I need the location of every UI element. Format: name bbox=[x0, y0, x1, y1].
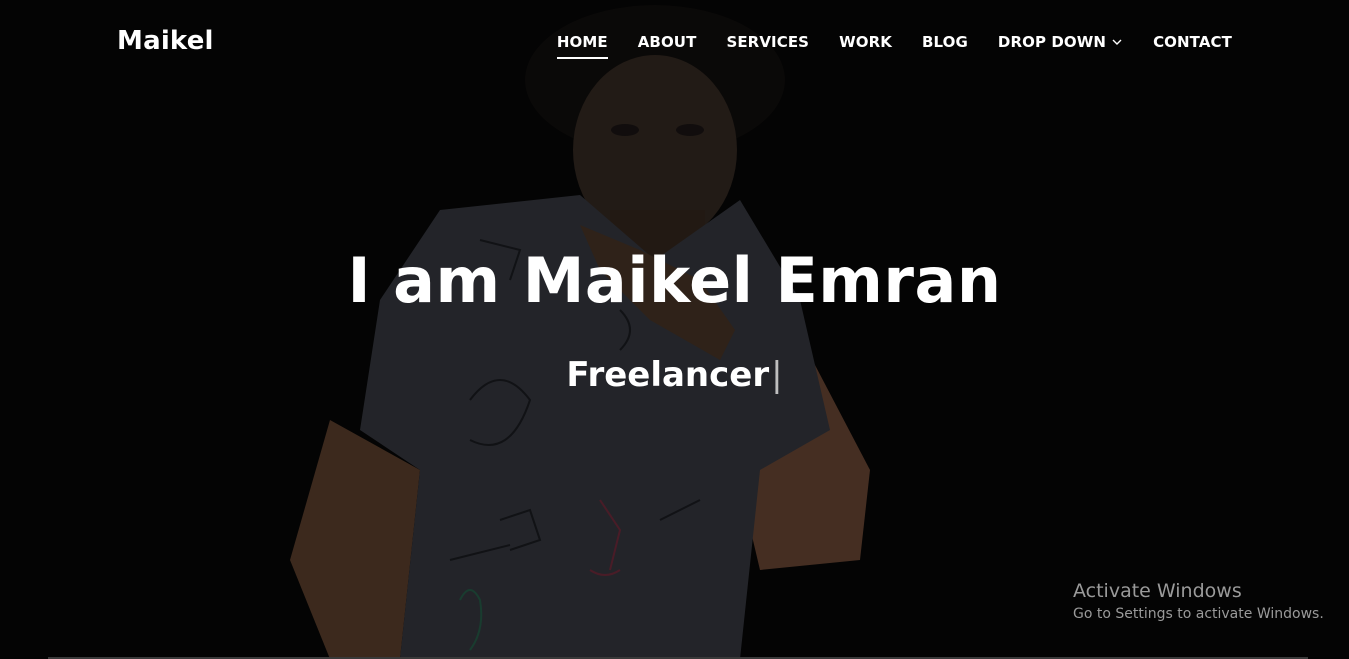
nav-item-label: ABOUT bbox=[637, 33, 697, 51]
nav-item-label: BLOG bbox=[921, 33, 968, 51]
nav-item-blog[interactable]: BLOG bbox=[922, 33, 968, 51]
nav-item-about[interactable]: ABOUT bbox=[638, 33, 697, 51]
nav-item-label: SERVICES bbox=[726, 33, 810, 51]
nav-item-home[interactable]: HOME bbox=[556, 33, 608, 59]
nav-item-label: CONTACT bbox=[1153, 33, 1232, 51]
nav-item-work[interactable]: WORK bbox=[839, 33, 892, 51]
nav-item-label: WORK bbox=[839, 33, 892, 51]
nav-item-contact[interactable]: CONTACT bbox=[1153, 33, 1232, 51]
hero-title: I am Maikel Emran bbox=[347, 244, 1002, 317]
dark-overlay bbox=[0, 0, 1349, 659]
brand-logo[interactable]: Maikel bbox=[117, 26, 214, 56]
watermark-title: Activate Windows bbox=[1073, 580, 1242, 602]
hero-subtitle: Freelancer| bbox=[0, 355, 1349, 395]
nav-item-label: DROP DOWN bbox=[997, 33, 1107, 51]
hero-section: Maikel HOME ABOUT SERVICES WORK BLOG DRO… bbox=[0, 0, 1349, 659]
nav-item-drop-down[interactable]: DROP DOWN bbox=[998, 33, 1123, 51]
nav-item-label: HOME bbox=[556, 33, 608, 51]
typed-text: Freelancer bbox=[566, 355, 770, 395]
activate-windows-watermark: Activate Windows Go to Settings to activ… bbox=[1073, 580, 1324, 622]
watermark-subtitle: Go to Settings to activate Windows. bbox=[1073, 606, 1324, 622]
nav-item-services[interactable]: SERVICES bbox=[726, 33, 809, 51]
chevron-down-icon bbox=[1112, 39, 1122, 45]
main-nav: HOME ABOUT SERVICES WORK BLOG DROP DOWN … bbox=[556, 33, 1232, 59]
typing-caret: | bbox=[771, 355, 783, 395]
